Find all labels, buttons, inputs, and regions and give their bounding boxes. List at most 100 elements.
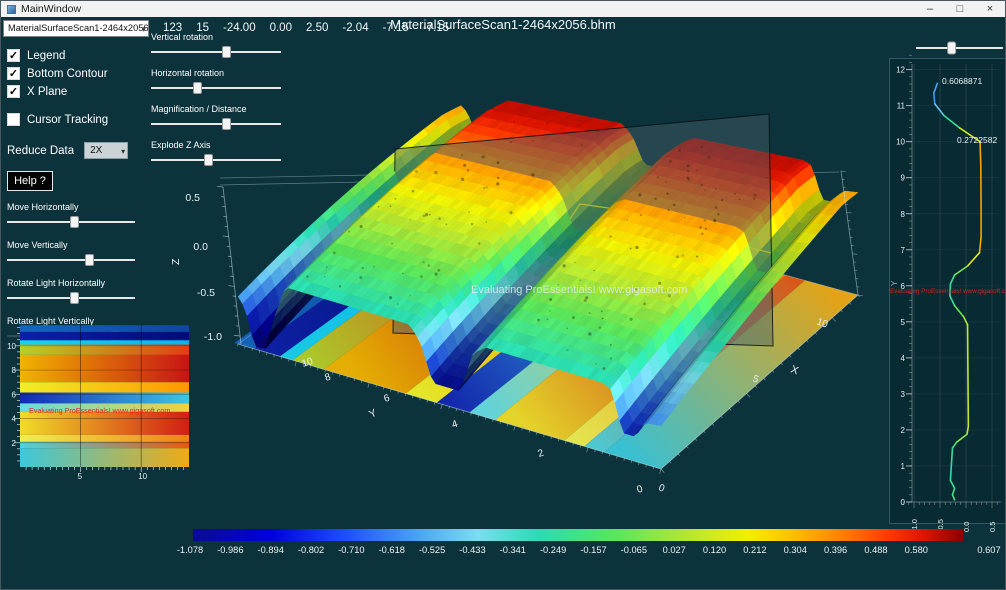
checkbox-unchecked-icon[interactable] <box>7 113 20 126</box>
color-scale-legend: -1.078 -0.986 -0.894 -0.802 -0.710 -0.618 -0.5… <box>1 525 1006 561</box>
slider[interactable] <box>151 45 281 59</box>
checkbox-checked-icon[interactable]: ✓ <box>7 85 20 98</box>
svg-text:0: 0 <box>657 482 666 494</box>
left-control-panel: ✓ Legend ✓ Bottom Contour ✓X Plane Cursor Tra… <box>7 49 149 343</box>
slider-label: Magnification / Distance <box>151 104 285 114</box>
main-window: MainWindow – □ × 0.50.0-0.5-1.0Z1086420Y… <box>0 0 1006 590</box>
slider-label: Horizontal rotation <box>151 68 285 78</box>
slider-label: Move Vertically <box>7 240 149 250</box>
slider-thumb[interactable] <box>204 154 213 166</box>
slider-thumb[interactable] <box>222 46 231 58</box>
slider-group-magnification-distance: Magnification / Distance <box>151 104 285 131</box>
color-scale-label: -0.433 <box>459 545 485 555</box>
evaluation-watermark: Evaluating ProEssentials! www.gigasoft.c… <box>471 284 687 296</box>
slider-thumb[interactable] <box>222 118 231 130</box>
svg-text:2: 2 <box>12 439 17 448</box>
slider-label: Move Horizontally <box>7 202 149 212</box>
slider[interactable] <box>7 215 135 229</box>
heatmap-bands <box>20 325 189 467</box>
top-view-heatmap: 108642510Evaluating ProEssentials! www.g… <box>1 317 201 489</box>
checkbox-list: ✓ Legend ✓ Bottom Contour ✓X Plane Cursor Tra… <box>7 49 149 126</box>
svg-text:11: 11 <box>897 102 906 111</box>
svg-text:0: 0 <box>901 498 906 507</box>
slider-group-rotate-light-horizontally: Rotate Light Horizontally <box>7 278 149 305</box>
color-scale-label: -0.894 <box>258 545 284 555</box>
slider-track[interactable] <box>151 123 281 125</box>
svg-text:9: 9 <box>901 174 906 183</box>
color-scale-label: 0.027 <box>663 545 686 555</box>
color-scale-label: 0.396 <box>824 545 847 555</box>
profile-value-label: 0.6068871 <box>942 76 982 86</box>
svg-text:1: 1 <box>901 462 906 471</box>
color-scale-label: -0.986 <box>217 545 243 555</box>
color-scale-label: -0.618 <box>379 545 405 555</box>
slider-group-move-vertically: Move Vertically <box>7 240 149 267</box>
color-scale-label: 0.212 <box>743 545 766 555</box>
color-scale-label: -0.249 <box>540 545 566 555</box>
svg-text:2: 2 <box>901 426 906 435</box>
svg-text:0.5: 0.5 <box>185 192 200 204</box>
slider[interactable] <box>7 291 135 305</box>
color-scale-label: -0.065 <box>621 545 647 555</box>
slider[interactable] <box>151 117 281 131</box>
profile-slider[interactable] <box>916 42 1003 54</box>
checkbox-label: Bottom Contour <box>27 68 108 80</box>
svg-text:4: 4 <box>12 415 17 424</box>
checkbox-row-cursor-tracking[interactable]: Cursor Tracking <box>7 113 149 126</box>
slider-group-move-horizontally: Move Horizontally <box>7 202 149 229</box>
slider-thumb[interactable] <box>948 42 956 54</box>
slider[interactable] <box>151 81 281 95</box>
slider-group-vertical-rotation: Vertical rotation <box>151 32 285 59</box>
page-title: MaterialSurfaceScan1-2464x2056.bhm <box>1 17 1005 32</box>
svg-text:-0.5: -0.5 <box>197 287 215 299</box>
x-axis-title: X <box>789 364 801 378</box>
color-scale-label: -0.157 <box>580 545 606 555</box>
slider-track[interactable] <box>151 51 281 53</box>
color-scale-label: -0.525 <box>419 545 445 555</box>
reduce-data-combobox[interactable]: 2X ▾ <box>84 142 128 159</box>
slider[interactable] <box>151 153 281 167</box>
color-scale-label: 0.120 <box>703 545 726 555</box>
evaluation-watermark: Evaluating ProEssentials! www.gigasoft.c… <box>29 406 170 415</box>
svg-text:10: 10 <box>138 472 147 481</box>
checkbox-label: Cursor Tracking <box>27 114 108 126</box>
checkbox-checked-icon[interactable]: ✓ <box>7 49 20 62</box>
reduce-data-row: Reduce Data 2X ▾ <box>7 142 149 159</box>
svg-text:5: 5 <box>78 472 83 481</box>
svg-text:0: 0 <box>636 484 645 496</box>
color-scale-label: -0.341 <box>500 545 526 555</box>
z-axis-title: Z <box>170 258 182 265</box>
checkbox-row-x-plane[interactable]: ✓X Plane <box>7 85 149 98</box>
color-scale-label: -0.710 <box>338 545 364 555</box>
slider-thumb[interactable] <box>70 292 79 304</box>
svg-text:10: 10 <box>896 138 905 147</box>
checkbox-checked-icon[interactable]: ✓ <box>7 67 20 80</box>
svg-text:4: 4 <box>451 419 460 431</box>
checkbox-row-legend[interactable]: ✓ Legend <box>7 49 149 62</box>
svg-text:3: 3 <box>901 390 906 399</box>
color-scale-label: -0.802 <box>298 545 324 555</box>
chevron-down-icon: ▾ <box>121 144 125 159</box>
slider[interactable] <box>7 253 135 267</box>
slider-track[interactable] <box>7 259 135 261</box>
color-scale-label: 0.304 <box>784 545 807 555</box>
svg-text:12: 12 <box>896 66 905 75</box>
reduce-data-label: Reduce Data <box>7 145 74 157</box>
checkbox-label: Legend <box>27 50 65 62</box>
help-button[interactable]: Help ? <box>7 171 53 191</box>
slider-label: Vertical rotation <box>151 32 285 42</box>
z-profile-panel: 1211109876543210-1.0-0.50.00.5ZY0.606887… <box>889 34 1006 536</box>
checkbox-row-bottom-contour[interactable]: ✓ Bottom Contour <box>7 67 149 80</box>
svg-text:6: 6 <box>12 390 17 399</box>
slider-thumb[interactable] <box>193 82 202 94</box>
slider-track[interactable] <box>151 159 281 161</box>
svg-text:8: 8 <box>324 372 333 384</box>
slider-track[interactable] <box>151 87 281 89</box>
svg-text:2: 2 <box>537 448 546 460</box>
profile-y-axis-title: Y <box>890 280 899 286</box>
slider-thumb[interactable] <box>85 254 94 266</box>
svg-text:6: 6 <box>383 393 392 405</box>
svg-text:5: 5 <box>901 318 906 327</box>
color-scale-label: -1.078 <box>177 545 203 555</box>
slider-thumb[interactable] <box>70 216 79 228</box>
